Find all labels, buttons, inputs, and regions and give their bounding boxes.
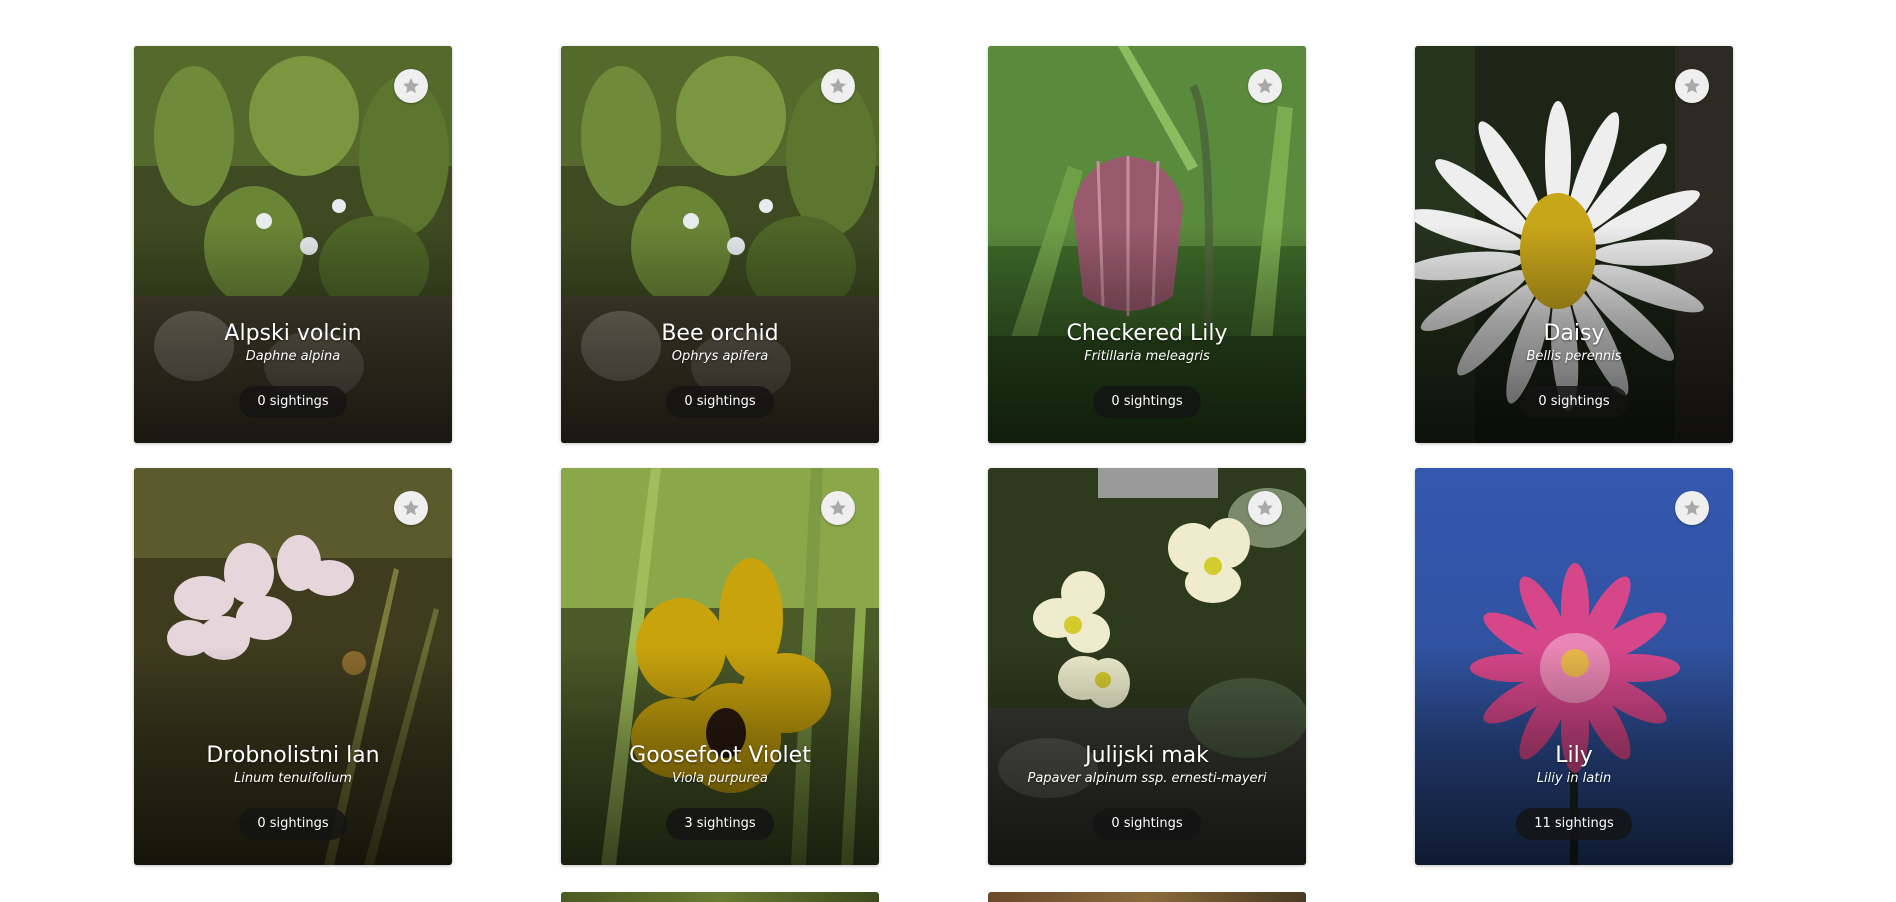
plant-info: Julijski mak Papaver alpinum ssp. ernest… — [988, 742, 1306, 840]
sightings-badge[interactable]: 11 sightings — [1516, 808, 1632, 840]
sightings-badge[interactable]: 0 sightings — [666, 386, 774, 418]
plant-name: Bee orchid — [661, 321, 779, 346]
plant-info: Goosefoot Violet Viola purpurea 3 sighti… — [561, 742, 879, 840]
sightings-badge[interactable]: 0 sightings — [1093, 386, 1201, 418]
plant-grid: Alpski volcin Daphne alpina 0 sightings — [134, 46, 1733, 865]
star-icon — [1257, 78, 1273, 94]
star-icon — [403, 500, 419, 516]
plant-name: Goosefoot Violet — [629, 743, 811, 768]
plant-latin-name: Linum tenuifolium — [234, 771, 352, 786]
plant-name: Alpski volcin — [224, 321, 362, 346]
plant-card-partial[interactable] — [561, 892, 879, 902]
favorite-button[interactable] — [1248, 69, 1282, 103]
plant-info: Daisy Bellis perennis 0 sightings — [1415, 320, 1733, 418]
plant-name: Daisy — [1543, 321, 1605, 346]
plant-card-partial[interactable] — [988, 892, 1306, 902]
plant-name: Drobnolistni lan — [206, 743, 380, 768]
plant-latin-name: Bellis perennis — [1526, 349, 1622, 364]
plant-card-goosefoot-violet[interactable]: Goosefoot Violet Viola purpurea 3 sighti… — [561, 468, 879, 865]
plant-name: Julijski mak — [1085, 743, 1209, 768]
plant-latin-name: Ophrys apifera — [671, 349, 769, 364]
sightings-badge[interactable]: 3 sightings — [666, 808, 774, 840]
star-icon — [830, 78, 846, 94]
plant-catalog-page: Alpski volcin Daphne alpina 0 sightings — [0, 0, 1896, 902]
sightings-badge[interactable]: 0 sightings — [1093, 808, 1201, 840]
plant-info: Lily Liliy in latin 11 sightings — [1415, 742, 1733, 840]
plant-card-lily[interactable]: Lily Liliy in latin 11 sightings — [1415, 468, 1733, 865]
plant-info: Alpski volcin Daphne alpina 0 sightings — [134, 320, 452, 418]
star-icon — [1684, 78, 1700, 94]
favorite-button[interactable] — [821, 69, 855, 103]
favorite-button[interactable] — [1675, 491, 1709, 525]
star-icon — [403, 78, 419, 94]
sightings-badge[interactable]: 0 sightings — [239, 808, 347, 840]
plant-card-drobnolistni-lan[interactable]: Drobnolistni lan Linum tenuifolium 0 sig… — [134, 468, 452, 865]
plant-card-checkered-lily[interactable]: Checkered Lily Fritillaria meleagris 0 s… — [988, 46, 1306, 443]
star-icon — [1684, 500, 1700, 516]
plant-latin-name: Fritillaria meleagris — [1084, 349, 1210, 364]
plant-latin-name: Liliy in latin — [1536, 771, 1612, 786]
plant-info: Bee orchid Ophrys apifera 0 sightings — [561, 320, 879, 418]
plant-card-daisy[interactable]: Daisy Bellis perennis 0 sightings — [1415, 46, 1733, 443]
plant-card-julijski-mak[interactable]: Julijski mak Papaver alpinum ssp. ernest… — [988, 468, 1306, 865]
sightings-badge[interactable]: 0 sightings — [1520, 386, 1628, 418]
favorite-button[interactable] — [394, 69, 428, 103]
plant-info: Drobnolistni lan Linum tenuifolium 0 sig… — [134, 742, 452, 840]
plant-card-alpski-volcin[interactable]: Alpski volcin Daphne alpina 0 sightings — [134, 46, 452, 443]
plant-latin-name: Viola purpurea — [672, 771, 768, 786]
favorite-button[interactable] — [1248, 491, 1282, 525]
plant-name: Checkered Lily — [1066, 321, 1228, 346]
plant-name: Lily — [1555, 743, 1593, 768]
star-icon — [830, 500, 846, 516]
favorite-button[interactable] — [394, 491, 428, 525]
plant-latin-name: Daphne alpina — [245, 349, 341, 364]
plant-latin-name: Papaver alpinum ssp. ernesti-mayeri — [1027, 771, 1267, 786]
favorite-button[interactable] — [1675, 69, 1709, 103]
plant-info: Checkered Lily Fritillaria meleagris 0 s… — [988, 320, 1306, 418]
plant-card-bee-orchid[interactable]: Bee orchid Ophrys apifera 0 sightings — [561, 46, 879, 443]
star-icon — [1257, 500, 1273, 516]
sightings-badge[interactable]: 0 sightings — [239, 386, 347, 418]
favorite-button[interactable] — [821, 491, 855, 525]
